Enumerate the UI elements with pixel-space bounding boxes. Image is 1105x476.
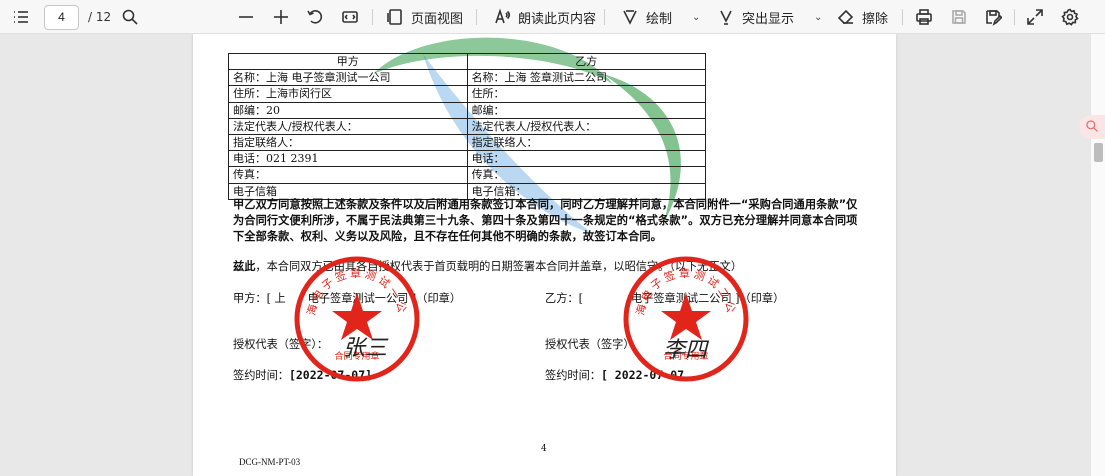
rotate-icon [305, 7, 325, 27]
erase-label: 擦除 [862, 11, 889, 27]
print-button[interactable] [914, 0, 934, 34]
table-cell: 法定代表人/授权代表人： [466, 117, 707, 135]
pdf-page: 甲方 乙方 名称：上海 电子签章测试一公司 名称：上海 签章测试二公司 住所：上… [193, 34, 896, 476]
save-as-icon [983, 7, 1003, 27]
vertical-scrollbar[interactable] [1090, 34, 1105, 476]
highlight-dropdown-icon[interactable]: ⌄ [814, 12, 822, 23]
zoom-in-icon [271, 7, 291, 27]
read-aloud-icon [492, 7, 512, 27]
save-button[interactable] [949, 0, 969, 34]
highlight-icon [716, 7, 736, 27]
fullscreen-button[interactable] [1025, 0, 1045, 34]
draw-icon [620, 7, 640, 27]
table-cell: 指定联络人： [228, 133, 468, 152]
table-cell: 邮编：20 [228, 101, 468, 119]
table-cell: 传真： [466, 166, 707, 184]
search-button[interactable] [120, 0, 140, 34]
side-search-tab[interactable] [1079, 115, 1105, 139]
table-row: 法定代表人/授权代表人： 法定代表人/授权代表人： [228, 117, 707, 135]
save-icon [949, 7, 969, 27]
toolbar-divider [476, 9, 477, 25]
table-cell: 法定代表人/授权代表人： [228, 117, 468, 135]
party-b-handwritten-signature: 李四 [663, 338, 708, 363]
party-b-label: 乙方：[ [545, 292, 583, 305]
page-total-label: / 12 [88, 10, 112, 24]
svg-text:上海电子签章测试二公司: 上海电子签章测试二公司 [622, 255, 738, 317]
table-row: 指定联络人： 指定联络人： [228, 133, 707, 152]
party-info-table: 甲方 乙方 名称：上海 电子签章测试一公司 名称：上海 签章测试二公司 住所：上… [228, 52, 707, 200]
party-a-label: 甲方：[ 上 [233, 292, 286, 305]
svg-text:上海电子签章测试一公司: 上海电子签章测试一公司 [293, 255, 409, 317]
page-view-icon [385, 7, 405, 27]
table-row: 住所：上海市闵行区 住所： [228, 85, 707, 103]
print-icon [914, 7, 934, 27]
party-b-header: 乙方 [466, 52, 707, 71]
table-cell: 住所： [466, 85, 707, 103]
erase-button[interactable]: 擦除 [836, 0, 888, 34]
table-row: 名称：上海 电子签章测试一公司 名称：上海 签章测试二公司 [228, 69, 707, 87]
toolbar-divider [902, 9, 903, 25]
page-number: 4 [541, 444, 547, 454]
fit-page-button[interactable] [340, 0, 360, 34]
page-view-label: 页面视图 [411, 11, 464, 27]
rotate-button[interactable] [305, 0, 325, 34]
table-cell: 邮编： [466, 101, 707, 119]
pdf-toolbar: 4 / 12 页面视图 朗读此页内容 绘制 ⌄ 突出显示 ⌄ 擦除 [0, 0, 1105, 34]
witness-lead: 兹此 [233, 259, 256, 273]
toolbar-divider [1014, 9, 1015, 25]
party-b-date-label: 签约时间： [545, 369, 601, 382]
table-cell: 住所：上海市闵行区 [228, 85, 468, 103]
settings-button[interactable] [1060, 0, 1080, 34]
table-row: 传真： 传真： [228, 166, 707, 184]
contents-button[interactable] [11, 0, 31, 34]
fit-page-icon [340, 7, 360, 27]
table-cell: 传真： [228, 166, 468, 184]
table-cell: 名称：上海 电子签章测试一公司 [228, 69, 468, 87]
draw-dropdown-icon[interactable]: ⌄ [692, 12, 700, 23]
zoom-out-button[interactable] [236, 0, 256, 34]
table-cell: 电话：021 2391 [228, 150, 468, 168]
party-a-date-label: 签约时间： [233, 369, 289, 382]
save-as-button[interactable] [983, 0, 1003, 34]
document-code: DCG-NM-PT-03 [239, 457, 301, 467]
zoom-out-icon [236, 7, 256, 27]
party-a-company-seal: 上海电子签章测试一公司 合同专用章 [293, 255, 420, 382]
toolbar-divider [604, 9, 605, 25]
highlight-label: 突出显示 [742, 11, 795, 27]
table-row: 邮编：20 邮编： [228, 101, 707, 119]
table-cell: 电话： [466, 150, 707, 168]
search-icon [120, 7, 140, 27]
read-aloud-label: 朗读此页内容 [518, 11, 597, 27]
draw-button[interactable]: 绘制 ⌄ [620, 0, 700, 34]
scrollbar-thumb[interactable] [1094, 143, 1103, 162]
agreement-paragraph: 甲乙双方同意按照上述条款及条件以及后附通用条款签订本合同，同时乙方理解并同意，本… [233, 198, 858, 243]
fullscreen-icon [1025, 7, 1045, 27]
highlight-button[interactable]: 突出显示 ⌄ [716, 0, 822, 34]
zoom-in-button[interactable] [271, 0, 291, 34]
table-cell: 名称：上海 签章测试二公司 [466, 69, 707, 87]
table-row: 电话：021 2391 电话： [228, 150, 707, 168]
table-cell: 指定联络人： [466, 133, 707, 152]
contents-icon [11, 7, 31, 27]
document-viewer[interactable]: 甲方 乙方 名称：上海 电子签章测试一公司 名称：上海 签章测试二公司 住所：上… [0, 34, 1090, 476]
settings-icon [1060, 7, 1080, 27]
draw-label: 绘制 [646, 11, 673, 27]
page-number-input[interactable]: 4 [44, 5, 79, 30]
toolbar-divider [372, 9, 373, 25]
eraser-icon [836, 7, 856, 27]
page-view-button[interactable]: 页面视图 [385, 0, 463, 34]
party-a-header: 甲方 [228, 52, 468, 71]
search-icon [1085, 118, 1099, 137]
read-aloud-button[interactable]: 朗读此页内容 [492, 0, 596, 34]
party-a-handwritten-signature: 张三 [343, 336, 388, 361]
